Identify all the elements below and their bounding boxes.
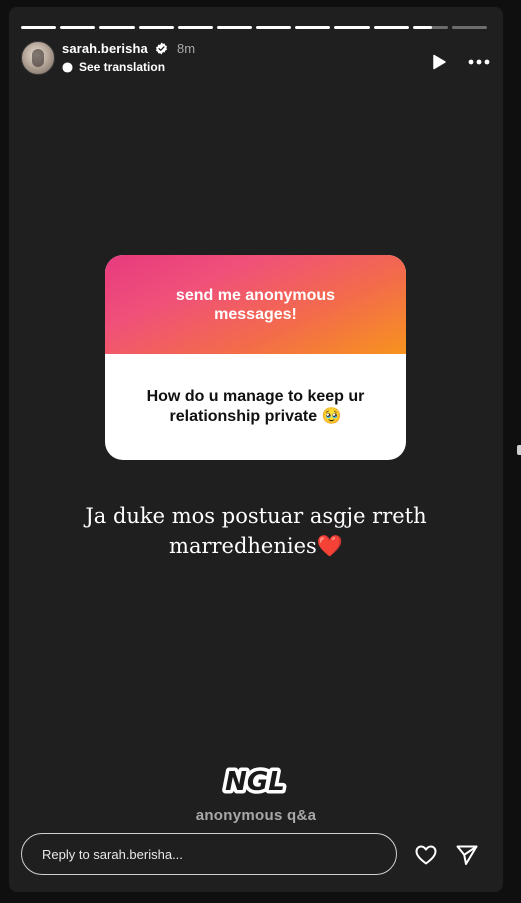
user-avatar[interactable] [21,41,55,75]
ngl-subtitle: anonymous q&a [195,807,317,824]
progress-segment [256,26,292,29]
story-progress-bar [21,26,488,29]
progress-segment [177,26,213,29]
progress-segment [21,26,57,29]
see-translation-link[interactable]: See translation [62,60,165,74]
progress-segment [412,26,448,29]
progress-segment [216,26,253,29]
globe-icon [62,61,73,73]
play-icon[interactable] [431,54,447,70]
progress-segment-fill [21,26,57,29]
ngl-logo-text: NGL [225,767,285,797]
progress-segment [60,26,96,29]
progress-segment [295,26,331,29]
send-icon[interactable] [455,843,479,867]
verified-badge-icon [156,42,167,55]
question-sticker-card[interactable]: send me anonymous messages! How do u man… [105,255,406,460]
progress-segment-fill [138,26,174,29]
username[interactable]: sarah.berisha [62,41,148,56]
progress-segment-fill [256,26,292,29]
progress-segment-fill [99,26,135,29]
reply-input[interactable] [21,833,397,875]
progress-segment-fill [60,26,96,29]
question-prompt: send me anonymous messages! [175,286,336,323]
progress-segment [451,26,488,29]
question-prompt-header: send me anonymous messages! [105,255,406,354]
progress-segment-fill [295,26,331,29]
see-translation-label: See translation [79,60,166,74]
post-time: 8m [177,41,196,56]
story-caption: Ja duke mos postuar asgje rreth marredhe… [85,504,427,558]
more-options-icon[interactable] [467,54,491,70]
progress-segment-fill [373,26,409,29]
heart-icon[interactable] [414,843,438,867]
story-header: sarah.berisha 8m See translation [21,41,491,77]
progress-segment-fill [216,26,253,29]
progress-segment-fill [412,26,433,29]
ngl-logo[interactable]: NGL NGL [219,760,291,801]
question-text: How do u manage to keep ur relationship … [146,388,365,425]
progress-segment [138,26,174,29]
next-story-arrow[interactable] [517,445,521,455]
progress-segment [373,26,409,29]
progress-segment [99,26,135,29]
progress-segment [334,26,370,29]
progress-segment-fill [334,26,370,29]
story-viewer[interactable]: sarah.berisha 8m See translation send me… [9,7,503,892]
progress-segment-fill [177,26,213,29]
question-body: How do u manage to keep ur relationship … [105,354,406,460]
